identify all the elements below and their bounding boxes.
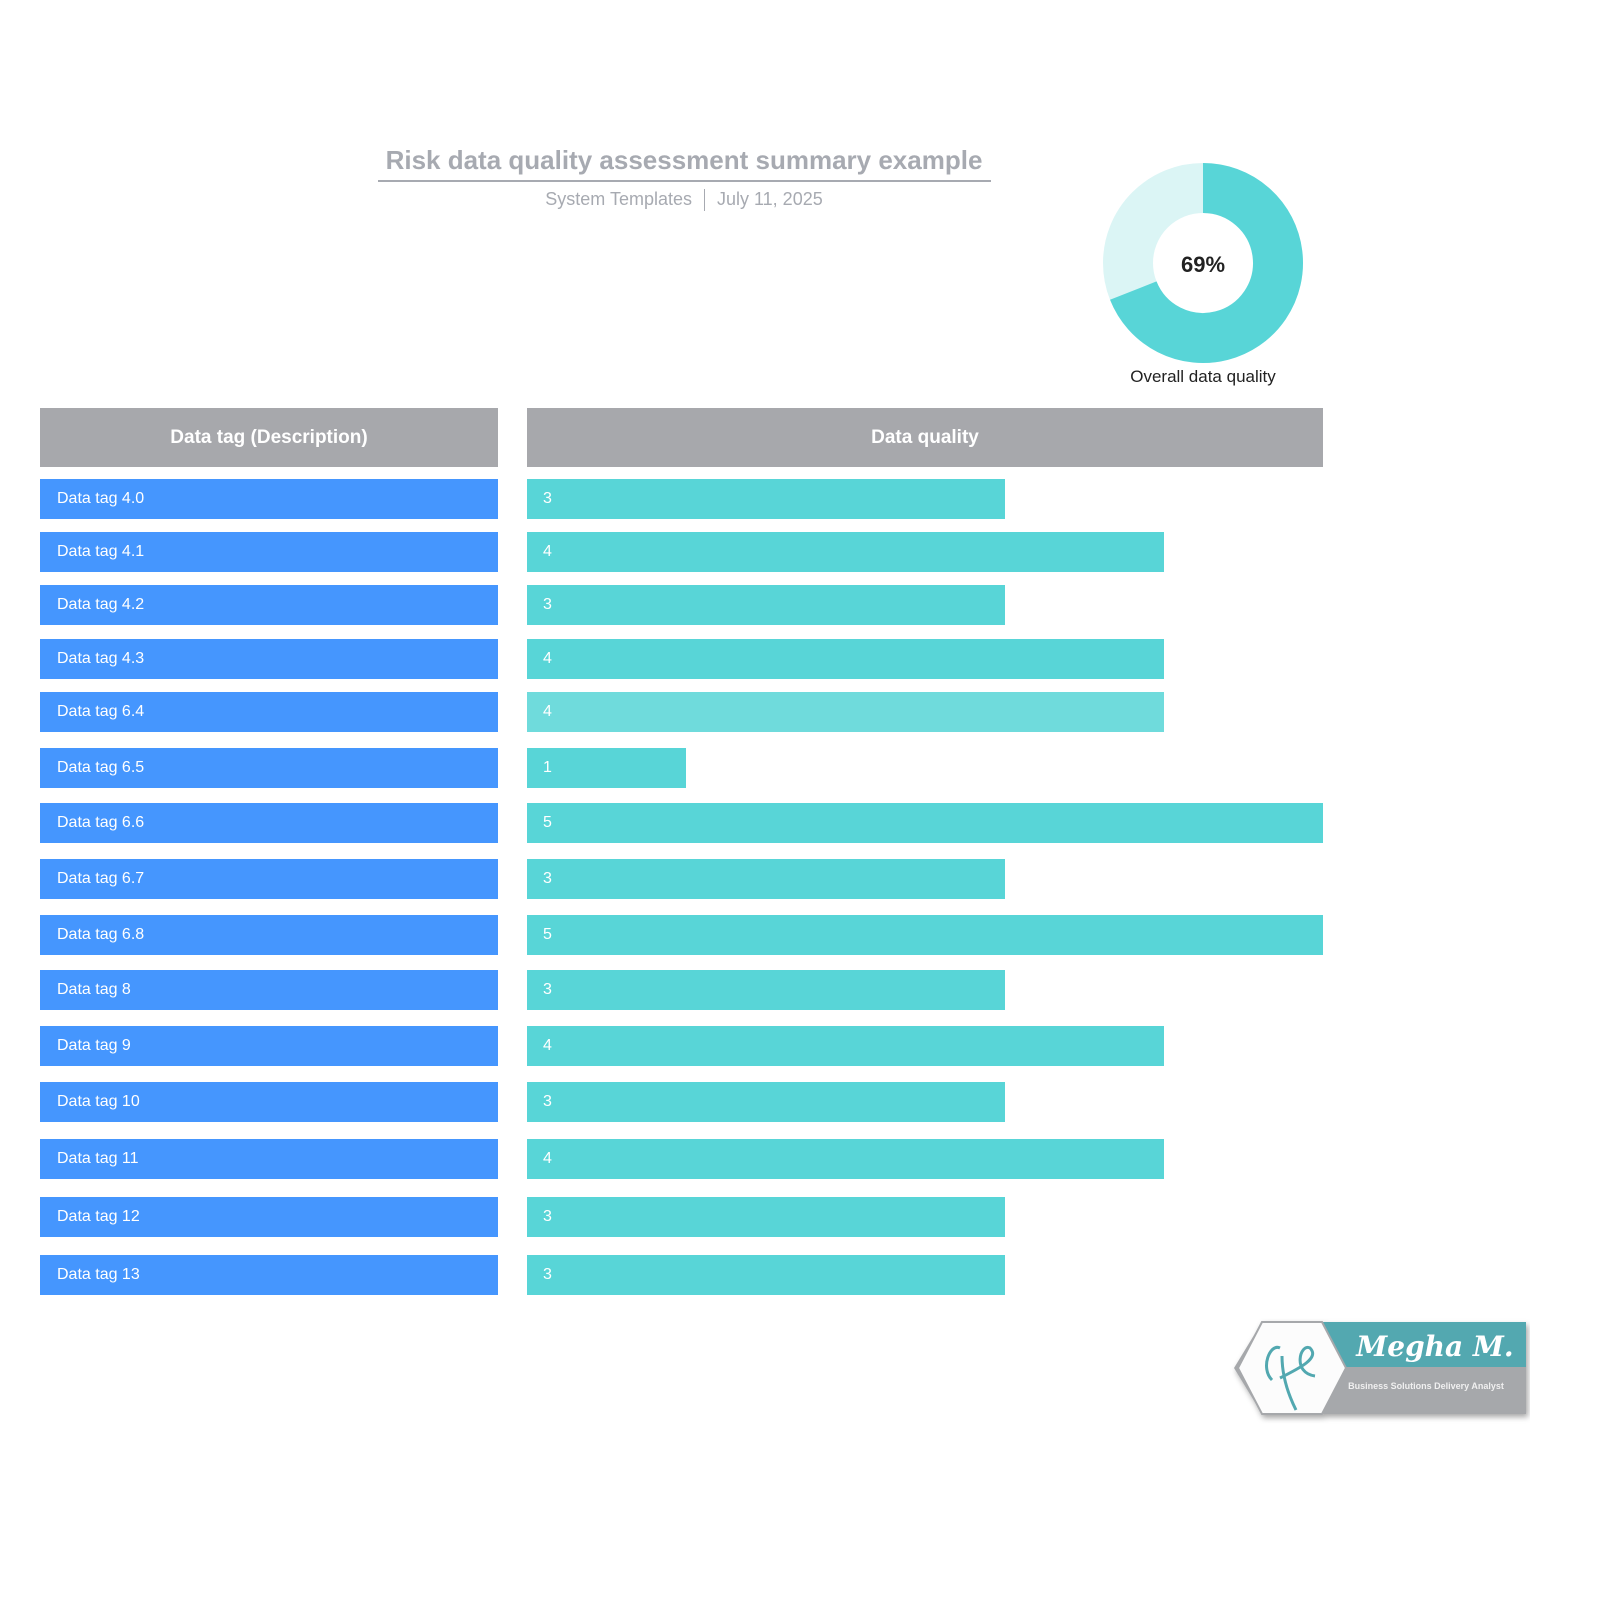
quality-value-label: 5: [543, 926, 552, 943]
megha-logo: Megha M. Business Solutions Delivery Ana…: [1234, 1321, 1526, 1415]
data-tag-label: Data tag 6.6: [40, 803, 498, 843]
quality-bar: 3: [527, 479, 1005, 519]
column-header-data-quality: Data quality: [527, 408, 1323, 467]
quality-value-label: 3: [543, 490, 552, 507]
quality-value-label: 3: [543, 596, 552, 613]
quality-bar: 3: [527, 1082, 1005, 1122]
quality-bar: 3: [527, 970, 1005, 1010]
date-label: July 11, 2025: [716, 189, 823, 209]
svg-text:Megha M.: Megha M.: [1355, 1330, 1513, 1363]
data-tag-label: Data tag 4.0: [40, 479, 498, 519]
data-tag-label: Data tag 4.3: [40, 639, 498, 679]
quality-bar: 4: [527, 1026, 1164, 1066]
quality-bar: 4: [527, 692, 1164, 732]
quality-bar: 3: [527, 585, 1005, 625]
source-label: System Templates: [545, 189, 692, 209]
quality-bar: 1: [527, 748, 687, 788]
data-tag-label: Data tag 10: [40, 1082, 498, 1122]
quality-bar: 5: [527, 915, 1323, 955]
quality-value-label: 1: [543, 759, 552, 776]
quality-value-label: 4: [543, 543, 552, 560]
data-tag-label: Data tag 8: [40, 970, 498, 1010]
quality-value-label: 3: [543, 1093, 552, 1110]
quality-value-label: 3: [543, 1208, 552, 1225]
data-tag-label: Data tag 11: [40, 1139, 498, 1179]
quality-value-label: 3: [543, 1266, 552, 1283]
quality-value-label: 3: [543, 981, 552, 998]
quality-value-label: 4: [543, 650, 552, 667]
svg-text:Business Solutions Delivery An: Business Solutions Delivery Analyst: [1348, 1381, 1504, 1391]
data-tag-label: Data tag 12: [40, 1197, 498, 1237]
quality-value-label: 4: [543, 1150, 552, 1167]
data-tag-label: Data tag 6.5: [40, 748, 498, 788]
quality-value-label: 4: [543, 1037, 552, 1054]
data-tag-label: Data tag 6.8: [40, 915, 498, 955]
data-tag-label: Data tag 4.1: [40, 532, 498, 572]
quality-bar: 4: [527, 532, 1164, 572]
data-tag-label: Data tag 4.2: [40, 585, 498, 625]
data-tag-label: Data tag 6.7: [40, 859, 498, 899]
column-header-data-tag: Data tag (Description): [40, 408, 498, 467]
quality-bar: 3: [527, 859, 1005, 899]
quality-bar: 4: [527, 1139, 1164, 1179]
overall-quality-donut: 69%: [1103, 163, 1303, 363]
title-underline: [378, 180, 991, 182]
report-subtitle: System Templates July 11, 2025: [370, 189, 998, 212]
donut-caption: Overall data quality: [1130, 367, 1276, 386]
data-tag-label: Data tag 9: [40, 1026, 498, 1066]
quality-bar: 3: [527, 1197, 1005, 1237]
quality-value-label: 4: [543, 703, 552, 720]
quality-bar: 4: [527, 639, 1164, 679]
report-title: Risk data quality assessment summary exa…: [385, 145, 983, 175]
quality-bar: 5: [527, 803, 1323, 843]
quality-value-label: 5: [543, 814, 552, 831]
data-tag-label: Data tag 13: [40, 1255, 498, 1295]
separator: [703, 189, 705, 212]
donut-value-label: 69%: [1181, 252, 1225, 277]
data-tag-label: Data tag 6.4: [40, 692, 498, 732]
quality-bar: 3: [527, 1255, 1005, 1295]
quality-value-label: 3: [543, 870, 552, 887]
